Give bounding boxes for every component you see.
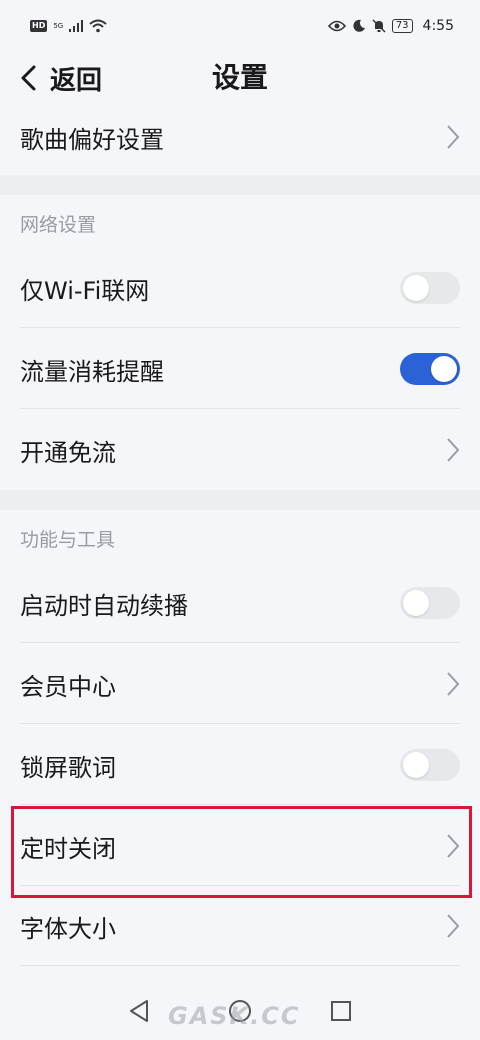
row-auto-resume[interactable]: 启动时自动续播 (0, 563, 480, 643)
status-bar: HD 5G 73 4:55 (0, 0, 480, 52)
divider (20, 327, 460, 328)
moon-icon (353, 19, 365, 32)
row-vip-center[interactable]: 会员中心 (0, 644, 480, 724)
divider (20, 965, 460, 966)
chevron-right-icon (446, 671, 460, 697)
row-wifi-only[interactable]: 仅Wi-Fi联网 (0, 248, 480, 328)
section-gap (0, 490, 480, 510)
chevron-right-icon (446, 437, 460, 463)
section-gap (0, 175, 480, 195)
section-header-tools: 功能与工具 (20, 529, 116, 551)
row-label: 锁屏歌词 (20, 753, 116, 782)
auto-resume-toggle[interactable] (400, 587, 460, 619)
divider (20, 723, 460, 724)
row-label: 流量消耗提醒 (20, 357, 164, 386)
section-header-network: 网络设置 (20, 214, 97, 236)
battery-indicator: 73 (391, 19, 413, 33)
back-button[interactable]: 返回 (18, 58, 102, 98)
wifi-icon (89, 19, 107, 33)
nav-home-icon[interactable] (228, 999, 252, 1027)
chevron-right-icon (446, 124, 460, 150)
row-label: 歌曲偏好设置 (20, 125, 164, 154)
data-reminder-toggle[interactable] (400, 353, 460, 385)
back-label: 返回 (50, 65, 103, 96)
divider (20, 804, 460, 805)
toggle-knob (403, 752, 429, 778)
row-label: 开通免流 (20, 438, 116, 467)
signal-label: 5G (53, 22, 64, 30)
wifi-only-toggle[interactable] (400, 272, 460, 304)
row-label: 启动时自动续播 (20, 591, 188, 620)
divider (20, 642, 460, 643)
status-right: 73 4:55 (327, 18, 454, 34)
nav-recents-icon[interactable] (330, 1000, 352, 1026)
row-song-preference[interactable]: 歌曲偏好设置 (0, 102, 480, 172)
row-data-reminder[interactable]: 流量消耗提醒 (0, 329, 480, 409)
row-lock-lyrics[interactable]: 锁屏歌词 (0, 725, 480, 805)
signal-bars-icon (69, 20, 84, 32)
lock-lyrics-toggle[interactable] (400, 749, 460, 781)
row-label: 定时关闭 (20, 834, 116, 863)
row-sleep-timer[interactable]: 定时关闭 (0, 806, 480, 886)
bell-off-icon (372, 19, 386, 33)
row-free-data[interactable]: 开通免流 (0, 410, 480, 490)
clock: 4:55 (422, 18, 454, 34)
row-label: 仅Wi-Fi联网 (20, 276, 150, 305)
row-font-size[interactable]: 字体大小 (0, 886, 480, 966)
row-label: 会员中心 (20, 672, 116, 701)
back-arrow-icon (21, 65, 36, 91)
nav-back-icon[interactable] (128, 999, 150, 1027)
divider (20, 408, 460, 409)
eye-icon (327, 20, 346, 32)
status-left: HD 5G (30, 19, 107, 33)
navigation-bar (0, 986, 480, 1040)
hd-badge: HD (30, 20, 48, 32)
row-label: 字体大小 (20, 914, 116, 943)
header: 设置 返回 (0, 52, 480, 102)
toggle-knob (431, 356, 457, 382)
toggle-knob (403, 275, 429, 301)
chevron-right-icon (446, 913, 460, 939)
toggle-knob (403, 590, 429, 616)
chevron-right-icon (446, 833, 460, 859)
